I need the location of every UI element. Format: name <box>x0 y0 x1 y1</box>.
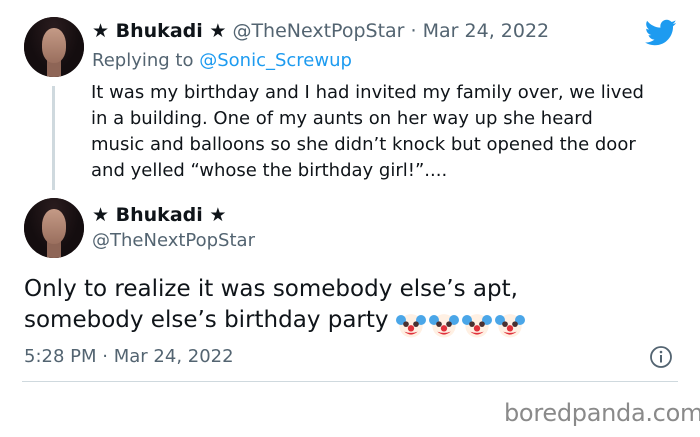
avatar[interactable] <box>24 17 84 77</box>
clown-face-icon <box>428 313 459 337</box>
text-line: It was my birthday and I had invited my … <box>91 82 644 103</box>
user-handle[interactable]: @TheNextPopStar <box>232 20 404 42</box>
text-line: Only to realize it was somebody else’s a… <box>24 276 518 302</box>
tweet-time[interactable]: 5:28 PM <box>24 346 97 367</box>
text-line: music and balloons so she didn’t knock b… <box>91 134 636 155</box>
mention-link[interactable]: @Sonic_Screwup <box>199 50 352 71</box>
thread-connector-line <box>52 86 55 190</box>
text-line: and yelled “whose the birthday girl!”...… <box>91 160 448 181</box>
divider <box>22 381 678 382</box>
avatar-face <box>42 208 66 244</box>
text-line-with-emoji: somebody else’s birthday party <box>24 305 674 340</box>
main-tweet-text: Only to realize it was somebody else’s a… <box>24 274 674 340</box>
reply-tweet-text: It was my birthday and I had invited my … <box>91 80 691 184</box>
avatar-face <box>42 27 66 63</box>
clown-face-icon <box>395 313 426 337</box>
twitter-bird-icon[interactable] <box>645 19 677 47</box>
tweet-date[interactable]: Mar 24, 2022 <box>423 20 550 42</box>
watermark: boredpanda.com <box>504 399 700 427</box>
display-name[interactable]: ★ Bhukadi ★ <box>92 204 226 226</box>
tweet-timestamp[interactable]: 5:28 PM · Mar 24, 2022 <box>24 346 234 367</box>
text-line: somebody else’s birthday party <box>24 307 389 333</box>
clown-face-icon <box>461 313 492 337</box>
emoji-group <box>395 309 528 340</box>
user-handle[interactable]: @TheNextPopStar <box>92 230 255 251</box>
separator-dot: · <box>410 20 417 42</box>
info-icon[interactable] <box>649 345 673 369</box>
replying-prefix: Replying to <box>92 50 194 71</box>
display-name[interactable]: ★ Bhukadi ★ <box>92 20 226 42</box>
replying-to-line: Replying to @Sonic_Screwup <box>92 50 352 71</box>
avatar[interactable] <box>24 198 84 258</box>
clown-face-icon <box>494 313 525 337</box>
text-line: in a building. One of my aunts on her wa… <box>91 108 593 129</box>
tweet-date[interactable]: Mar 24, 2022 <box>114 346 234 367</box>
separator-dot: · <box>102 346 108 367</box>
reply-tweet-header: ★ Bhukadi ★ @TheNextPopStar · Mar 24, 20… <box>92 20 549 42</box>
